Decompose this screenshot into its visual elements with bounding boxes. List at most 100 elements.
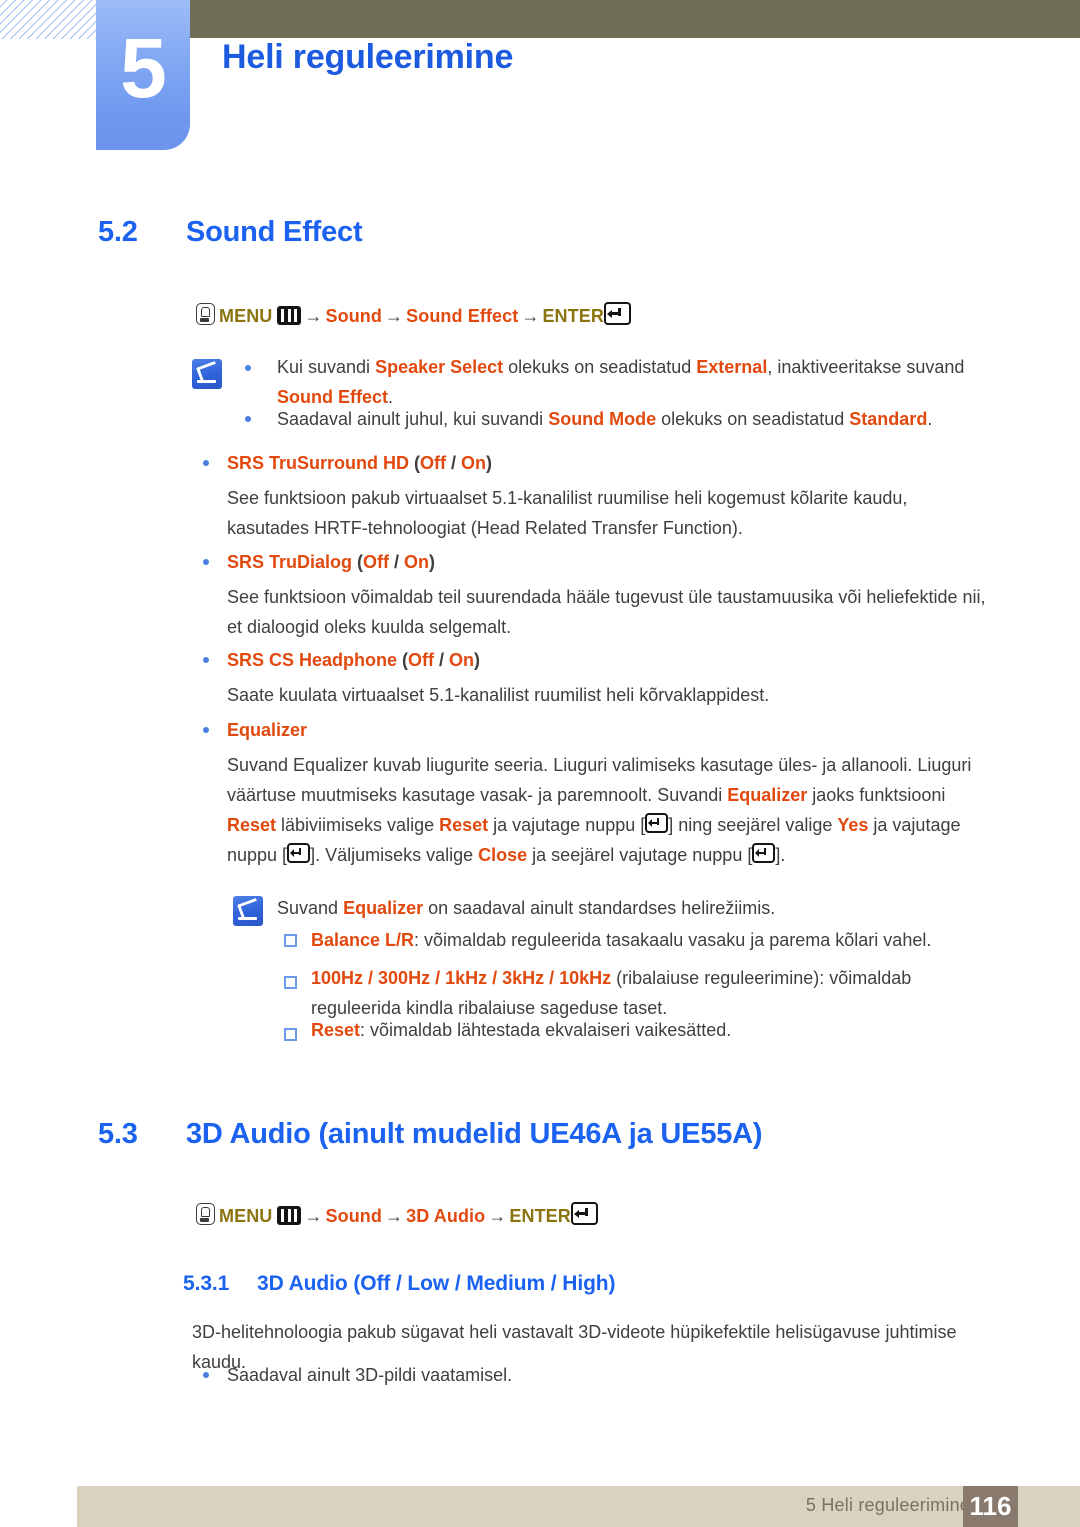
chapter-title: Heli reguleerimine <box>222 38 514 76</box>
eq-kw-yes: Yes <box>837 815 869 835</box>
item-title-text-0: SRS TruSurround HD <box>227 453 410 473</box>
note-text-1: Kui suvandi Speaker Select olekuks on se… <box>277 352 992 412</box>
item-body-srs-cs-headphone: Saate kuulata virtuaalset 5.1-kanalilist… <box>227 685 770 705</box>
section-number-5-2: 5.2 <box>98 216 138 248</box>
menu-step-sound: Sound <box>325 306 383 326</box>
note-2-p2: olekuks on seadistatud <box>656 409 850 429</box>
item-bullet-equalizer <box>203 727 209 733</box>
eq-p2: jaoks funktsiooni <box>807 785 946 805</box>
note-1-p1: Kui suvandi <box>277 357 376 377</box>
note-text-2: Saadaval ainult juhul, kui suvandi Sound… <box>277 404 992 434</box>
subitem-desc-balance: : võimaldab reguleerida tasakaalu vasaku… <box>414 930 932 950</box>
menu-label: MENU <box>219 306 273 326</box>
subitem-desc-reset: : võimaldab lähtestada ekvalaiseri vaike… <box>360 1020 732 1040</box>
subsection-title: 3D Audio (Off / Low / Medium / High) <box>257 1272 616 1295</box>
menu-label-2: MENU <box>219 1206 273 1226</box>
eq-p9: ]. <box>775 845 786 865</box>
eq-p3: läbiviimiseks valige <box>276 815 440 835</box>
sub-bullet-frequencies <box>284 976 297 989</box>
hatch-pattern-decoration <box>0 0 96 39</box>
eq-p4: ja vajutage nuppu [ <box>488 815 646 835</box>
note-1-p2: olekuks on seadistatud <box>503 357 697 377</box>
note-pencil-icon-equalizer <box>233 896 263 926</box>
arrow-6: → <box>488 1206 507 1226</box>
item-options-0: (Off / On) <box>409 453 493 473</box>
menu-bars-icon <box>277 306 302 325</box>
arrow-3: → <box>521 306 540 326</box>
header-olive-bar <box>190 0 1080 38</box>
subitem-frequencies: 100Hz / 300Hz / 1kHz / 3kHz / 10kHz (rib… <box>311 963 996 1023</box>
eqnote-p1: Suvand <box>277 898 344 918</box>
subsection-heading-5-3-1: 5.3.1 3D Audio (Off / Low / Medium / High… <box>183 1272 616 1296</box>
note-1-p3: , inaktiveeritakse suvand <box>767 357 965 377</box>
sub-bullet-reset <box>284 1028 297 1041</box>
item-title-srs-trusurround: SRS TruSurround HD (Off / On) <box>227 453 492 474</box>
eq-p7: ]. Väljumiseks valige <box>310 845 479 865</box>
eq-p8: ja seejärel vajutage nuppu [ <box>527 845 753 865</box>
item-bullet-srs-cs-headphone <box>203 657 209 663</box>
page-number-box: 116 <box>963 1486 1018 1527</box>
section-title-5-2: Sound Effect <box>186 216 363 248</box>
item-body-srs-trudialog: See funktsioon võimaldab teil suurendada… <box>227 587 986 637</box>
enter-key-icon-inline-2 <box>287 843 311 863</box>
chapter-number: 5 <box>120 21 167 115</box>
arrow-4: → <box>304 1206 323 1226</box>
item-title-srs-trudialog: SRS TruDialog (Off / On) <box>227 552 435 573</box>
chapter-tab: 5 <box>96 0 190 150</box>
eq-p5: ] ning seejärel valige <box>668 815 838 835</box>
arrow-1: → <box>304 306 323 326</box>
menu-path-sound-effect: MENU → Sound → Sound Effect → ENTER <box>196 302 631 327</box>
note-2-p3: . <box>927 409 933 429</box>
menu-bars-icon-2 <box>277 1206 302 1225</box>
hand-press-icon-2 <box>196 1203 215 1225</box>
subitem-balance: Balance L/R: võimaldab reguleerida tasak… <box>311 925 991 955</box>
item-title-equalizer: Equalizer <box>227 720 308 740</box>
item-bullet-srs-trusurround <box>203 460 209 466</box>
eq-kw-close: Close <box>478 845 528 865</box>
section-heading-5-3: 5.3 3D Audio (ainult mudelid UE46A ja UE5… <box>98 1118 763 1151</box>
item-bullet-srs-trudialog <box>203 559 209 565</box>
footer-chapter-label: 5 Heli reguleerimine <box>805 1495 970 1515</box>
enter-key-icon-inline-1 <box>645 813 669 833</box>
item-title-srs-cs-headphone: SRS CS Headphone (Off / On) <box>227 650 480 671</box>
eq-kw-reset-2: Reset <box>439 815 489 835</box>
subitem-term-frequencies: 100Hz / 300Hz / 1kHz / 3kHz / 10kHz <box>311 968 612 988</box>
arrow-2: → <box>385 306 404 326</box>
equalizer-note-intro: Suvand Equalizer on saadaval ainult stan… <box>277 893 992 923</box>
note-1-kw-speaker-select: Speaker Select <box>375 357 504 377</box>
page-header: 5 Heli reguleerimine <box>0 0 1080 160</box>
item-options-2: (Off / On) <box>397 650 481 670</box>
enter-key-icon <box>603 302 631 325</box>
eqnote-kw-equalizer: Equalizer <box>343 898 424 918</box>
note-bullet-1 <box>245 365 251 371</box>
note-pencil-icon <box>192 359 222 389</box>
eq-kw-equalizer: Equalizer <box>727 785 808 805</box>
enter-key-icon-2 <box>570 1202 598 1225</box>
sub-bullet-balance <box>284 934 297 947</box>
arrow-5: → <box>385 1206 404 1226</box>
note-bullet-2 <box>245 416 251 422</box>
item-title-text-1: SRS TruDialog <box>227 552 353 572</box>
subitem-reset: Reset: võimaldab lähtestada ekvalaiseri … <box>311 1015 991 1045</box>
subsection-number: 5.3.1 <box>183 1272 230 1295</box>
item-body-srs-trusurround: See funktsioon pakub virtuaalset 5.1-kan… <box>227 488 908 538</box>
menu-step-sound-effect: Sound Effect <box>406 306 519 326</box>
enter-label: ENTER <box>542 306 604 326</box>
note-2-kw-standard: Standard <box>849 409 928 429</box>
note-2-p1: Saadaval ainult juhul, kui suvandi <box>277 409 549 429</box>
menu-path-3d-audio: MENU → Sound → 3D Audio → ENTER <box>196 1202 598 1227</box>
bullet-3d-available <box>203 1372 209 1378</box>
enter-label-2: ENTER <box>509 1206 571 1226</box>
bullet-text-3d-available: Saadaval ainult 3D-pildi vaatamisel. <box>227 1365 513 1385</box>
section-number-5-3: 5.3 <box>98 1118 138 1150</box>
eqnote-p2: on saadaval ainult standardses helirežii… <box>423 898 776 918</box>
page-number: 116 <box>969 1491 1012 1521</box>
item-body-equalizer: Suvand Equalizer kuvab liugurite seeria.… <box>227 750 995 870</box>
hand-press-icon <box>196 303 215 325</box>
item-options-1: (Off / On) <box>352 552 436 572</box>
note-2-kw-sound-mode: Sound Mode <box>548 409 657 429</box>
menu-step-3d-audio: 3D Audio <box>406 1206 486 1226</box>
menu-step-sound-2: Sound <box>325 1206 383 1226</box>
item-title-text-2: SRS CS Headphone <box>227 650 398 670</box>
enter-key-icon-inline-3 <box>752 843 776 863</box>
